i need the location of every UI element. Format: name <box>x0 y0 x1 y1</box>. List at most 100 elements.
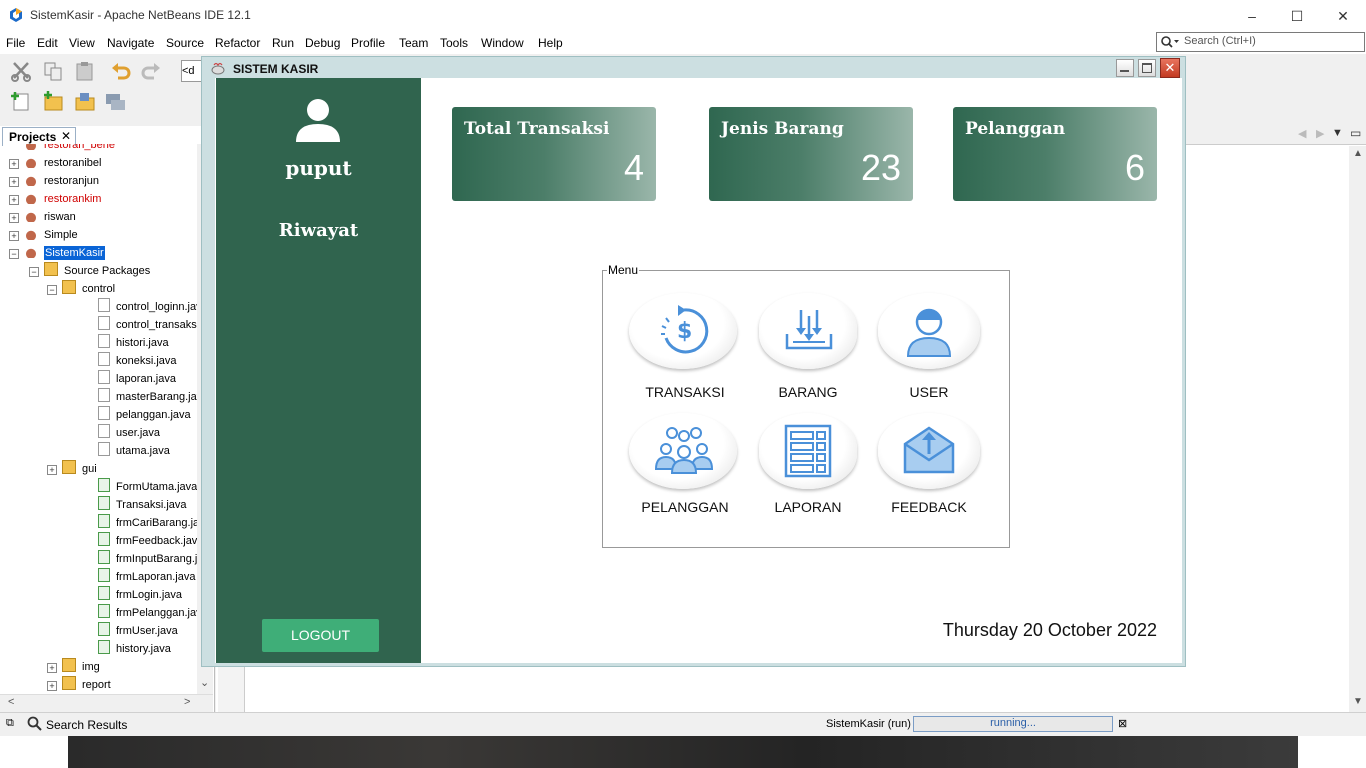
tree-item[interactable]: restoranjun <box>24 172 99 190</box>
close-project-icon[interactable] <box>104 90 126 112</box>
barang-label[interactable]: BARANG <box>743 384 873 400</box>
transaksi-label[interactable]: TRANSAKSI <box>620 384 750 400</box>
tree-expander-icon[interactable]: + <box>9 159 19 169</box>
new-project-icon[interactable] <box>42 90 64 112</box>
tree-item[interactable]: frmLaporan.java <box>98 568 196 586</box>
tree-item[interactable]: frmCariBarang.java <box>98 514 211 532</box>
tab-list-icon[interactable]: ▼ <box>1332 127 1343 139</box>
tree-item[interactable]: history.java <box>98 640 171 658</box>
undo-icon[interactable] <box>110 60 132 82</box>
tree-item[interactable]: restoranibel <box>24 154 101 172</box>
tree-item[interactable]: frmFeedback.java <box>98 532 203 550</box>
tree-item[interactable]: report <box>62 676 111 694</box>
tree-item[interactable]: restoran_bene <box>24 144 115 154</box>
menu-team[interactable]: Team <box>399 36 428 50</box>
logout-button[interactable]: LOGOUT <box>262 619 379 652</box>
close-tab-icon[interactable]: ✕ <box>61 129 71 143</box>
tree-expander-icon[interactable]: + <box>47 663 57 673</box>
tree-item[interactable]: FormUtama.java <box>98 478 197 496</box>
tree-item[interactable]: Transaksi.java <box>98 496 187 514</box>
menu-view[interactable]: View <box>69 36 95 50</box>
tree-expander-icon[interactable]: − <box>9 249 19 259</box>
minimize-icon[interactable]: – <box>1240 6 1264 26</box>
tree-item[interactable]: control <box>62 280 115 298</box>
tree-item[interactable]: SistemKasir <box>24 244 105 262</box>
tree-item[interactable]: laporan.java <box>98 370 176 388</box>
tree-item[interactable]: frmPelanggan.java <box>98 604 208 622</box>
menu-refactor[interactable]: Refactor <box>215 36 260 50</box>
menu-profile[interactable]: Profile <box>351 36 385 50</box>
menu-source[interactable]: Source <box>166 36 204 50</box>
close-icon[interactable]: ✕ <box>1331 6 1355 26</box>
tree-expander-icon[interactable]: + <box>9 177 19 187</box>
tree-expander-icon[interactable]: + <box>9 231 19 241</box>
tree-item[interactable]: frmInputBarang.jav <box>98 550 209 568</box>
pelanggan-label[interactable]: PELANGGAN <box>620 499 750 515</box>
open-project-icon[interactable] <box>74 90 96 112</box>
ide-search-input[interactable]: Search (Ctrl+I) <box>1156 32 1365 52</box>
tree-expander-icon[interactable]: + <box>9 213 19 223</box>
tree-expander-icon[interactable]: − <box>47 285 57 295</box>
tree-item[interactable]: masterBarang.java <box>98 388 208 406</box>
cut-icon[interactable] <box>10 60 32 82</box>
tree-item[interactable]: koneksi.java <box>98 352 177 370</box>
scroll-left-icon[interactable]: < <box>8 696 14 708</box>
tree-item[interactable]: Simple <box>24 226 78 244</box>
menu-edit[interactable]: Edit <box>37 36 58 50</box>
menu-window[interactable]: Window <box>481 36 524 50</box>
menu-tools[interactable]: Tools <box>440 36 468 50</box>
tab-scroll-right-icon[interactable]: ▶ <box>1316 127 1324 140</box>
transaksi-button[interactable]: $ <box>629 293 737 369</box>
redo-icon[interactable] <box>140 60 162 82</box>
tree-expander-icon[interactable]: + <box>47 465 57 475</box>
riwayat-link[interactable]: Riwayat <box>216 220 421 241</box>
editor-scrollbar[interactable]: ▲ ▼ <box>1349 146 1366 712</box>
scroll-down-icon[interactable]: ▼ <box>1353 696 1363 707</box>
user-label[interactable]: USER <box>864 384 994 400</box>
tree-expander-icon[interactable]: + <box>9 195 19 205</box>
tree-expander-icon[interactable]: + <box>47 681 57 691</box>
pelanggan-button[interactable] <box>629 413 737 489</box>
tree-item[interactable]: riswan <box>24 208 76 226</box>
new-file-icon[interactable] <box>10 90 32 112</box>
tree-scroll-down-icon[interactable]: ⌄ <box>200 676 209 689</box>
tree-item[interactable]: control_loginn.java <box>98 298 208 316</box>
tree-expander-icon[interactable]: − <box>29 267 39 277</box>
app-maximize-button[interactable] <box>1138 59 1156 77</box>
tree-item[interactable]: Source Packages <box>44 262 150 280</box>
laporan-label[interactable]: LAPORAN <box>743 499 873 515</box>
configuration-combo[interactable]: <d <box>181 60 202 82</box>
barang-button[interactable] <box>759 293 857 369</box>
laporan-button[interactable] <box>759 413 857 489</box>
maximize-editor-icon[interactable]: ▭ <box>1350 126 1361 140</box>
restore-window-icon[interactable]: ⧉ <box>6 717 14 730</box>
tree-item[interactable]: pelanggan.java <box>98 406 191 424</box>
user-button[interactable] <box>878 293 980 369</box>
cancel-run-icon[interactable]: ⊠ <box>1118 717 1127 730</box>
menu-navigate[interactable]: Navigate <box>107 36 154 50</box>
feedback-label[interactable]: FEEDBACK <box>864 499 994 515</box>
tree-item[interactable]: histori.java <box>98 334 169 352</box>
maximize-icon[interactable]: ☐ <box>1285 6 1309 26</box>
tree-item[interactable]: user.java <box>98 424 160 442</box>
tree-item[interactable]: frmLogin.java <box>98 586 182 604</box>
app-close-button[interactable]: ✕ <box>1160 58 1180 78</box>
menu-debug[interactable]: Debug <box>305 36 340 50</box>
tree-item[interactable]: utama.java <box>98 442 170 460</box>
app-minimize-button[interactable] <box>1116 59 1134 77</box>
scroll-right-icon[interactable]: > <box>184 696 190 708</box>
tree-item[interactable]: restorankim <box>24 190 101 208</box>
tree-item[interactable]: img <box>62 658 100 676</box>
menu-run[interactable]: Run <box>272 36 294 50</box>
tab-scroll-left-icon[interactable]: ◀ <box>1298 127 1306 140</box>
search-results-label[interactable]: Search Results <box>46 718 127 732</box>
copy-icon[interactable] <box>42 60 64 82</box>
tree-horizontal-scrollbar[interactable]: < > <box>0 694 213 712</box>
menu-help[interactable]: Help <box>538 36 563 50</box>
menu-file[interactable]: File <box>6 36 25 50</box>
tree-item[interactable]: frmUser.java <box>98 622 178 640</box>
scroll-up-icon[interactable]: ▲ <box>1353 148 1363 159</box>
paste-icon[interactable] <box>74 60 96 82</box>
tree-item[interactable]: gui <box>62 460 97 478</box>
tree-item[interactable]: control_transaksi.ja <box>98 316 211 334</box>
